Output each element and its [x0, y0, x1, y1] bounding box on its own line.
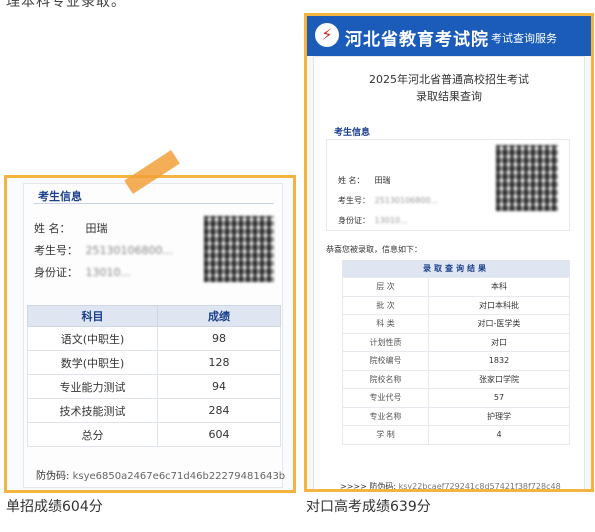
result-value: 4	[428, 425, 570, 445]
section-title: 考生信息	[38, 190, 82, 203]
table-row: 语文(中职生) 98	[27, 326, 281, 351]
exam-no-value: 25130106800...	[85, 244, 173, 257]
id-label: 身份证：	[338, 216, 370, 225]
admission-result-screenshot: ⚡ 河北省教育考试院 考试查询服务 2025年河北省普通高校招生考试 录取结果查…	[304, 13, 594, 492]
result-value: 对口本科批	[428, 295, 570, 315]
result-value: 1832	[428, 351, 570, 371]
table-row: 计划性质 对口	[342, 332, 570, 352]
result-value: 57	[428, 388, 570, 408]
result-table: 层 次 本科 批 次 对口本科批 科 类 对口-医学类 计划性质 对口 院校编号	[342, 277, 570, 445]
table-row: 科 类 对口-医学类	[342, 314, 570, 334]
result-key: 计划性质	[342, 332, 429, 352]
id-row: 身份证： 13010...	[34, 264, 131, 280]
name-row: 姓 名： 田瑞	[338, 175, 391, 186]
result-value: 对口	[428, 332, 570, 352]
result-table-header: 录取查询结果	[342, 260, 570, 277]
header-banner: ⚡ 河北省教育考试院 考试查询服务	[307, 16, 591, 56]
banner-title: 河北省教育考试院	[345, 30, 489, 50]
section-title: 考生信息	[334, 128, 371, 138]
score-table: 科目 成绩 语文(中职生) 98 数学(中职生) 128 专业能力测试 94 技…	[27, 305, 281, 447]
exam-authority-logo-icon: ⚡	[315, 23, 339, 47]
banner-subtitle: 考试查询服务	[491, 32, 557, 45]
result-key: 层 次	[342, 277, 429, 297]
exam-no-row: 考生号： 25130106800...	[338, 195, 438, 206]
name-value: 田瑞	[85, 222, 108, 235]
table-row: 院校名称 张家口学院	[342, 369, 570, 389]
right-caption: 对口高考成绩639分	[306, 499, 431, 515]
result-key: 批 次	[342, 295, 429, 315]
table-row: 专业名称 护理学	[342, 406, 570, 426]
score-sheet: 考生信息 姓 名： 田瑞 考生号： 25130106800... 身份证： 13…	[23, 183, 285, 488]
id-value: 13010...	[85, 266, 131, 279]
page-subtitle: 录取结果查询	[416, 90, 482, 103]
score-cell: 94	[157, 374, 281, 399]
subject-cell: 专业能力测试	[27, 374, 158, 399]
table-row: 总分 604	[27, 422, 281, 447]
left-caption: 单招成绩604分	[6, 499, 103, 515]
subject-cell: 数学(中职生)	[27, 350, 158, 375]
anti-fake-code: ksy22bcaef729241c8d57421f38f728c48	[398, 482, 561, 491]
name-value: 田瑞	[374, 176, 391, 185]
page-title: 2025年河北省普通高校招生考试	[369, 73, 529, 86]
divider	[34, 203, 274, 204]
anti-fake-code: ksye6850a2467e6c71d46b22279481643b	[72, 471, 286, 482]
subject-cell: 语文(中职生)	[27, 326, 158, 351]
score-cell: 128	[157, 350, 281, 375]
table-row: 技术技能测试 284	[27, 398, 281, 423]
name-label: 姓 名：	[338, 176, 365, 185]
table-row: 层 次 本科	[342, 277, 570, 297]
admission-notice: 恭喜您被录取，信息如下：	[326, 245, 422, 254]
result-key: 院校编号	[342, 351, 429, 371]
anti-fake-label: 防伪码:	[36, 471, 70, 482]
result-sheet: 2025年河北省普通高校招生考试 录取结果查询 考生信息 姓 名： 田瑞 考生号…	[313, 56, 585, 491]
exam-no-label: 考生号：	[34, 244, 78, 257]
id-label: 身份证：	[34, 266, 78, 279]
score-cell: 604	[157, 422, 281, 447]
result-key: 院校名称	[342, 369, 429, 389]
table-row: 专业代号 57	[342, 388, 570, 408]
single-exam-score-photo: 考生信息 姓 名： 田瑞 考生号： 25130106800... 身份证： 13…	[4, 175, 296, 493]
anti-fake-prefix: >>>>	[340, 482, 367, 491]
result-key: 专业代号	[342, 388, 429, 408]
score-cell: 98	[157, 326, 281, 351]
anti-fake-line: 防伪码: ksye6850a2467e6c71d46b22279481643b	[36, 467, 285, 482]
table-row: 专业能力测试 94	[27, 374, 281, 399]
column-header-subject: 科目	[27, 305, 158, 327]
result-key: 科 类	[342, 314, 429, 334]
column-header-score: 成绩	[157, 305, 281, 327]
id-row: 身份证： 13010...	[338, 215, 408, 226]
score-cell: 284	[157, 398, 281, 423]
anti-fake-line: >>>> 防伪码: ksy22bcaef729241c8d57421f38f72…	[340, 481, 561, 491]
subject-cell: 技术技能测试	[27, 398, 158, 423]
anti-fake-label: 防伪码:	[369, 482, 397, 491]
table-row: 学 制 4	[342, 425, 570, 445]
table-row: 数学(中职生) 128	[27, 350, 281, 375]
result-value: 张家口学院	[428, 369, 570, 389]
qr-code-icon	[204, 216, 274, 282]
qr-code-icon	[496, 145, 558, 211]
table-header-row: 科目 成绩	[27, 305, 281, 327]
exam-no-row: 考生号： 25130106800...	[34, 242, 173, 258]
exam-no-label: 考生号：	[338, 196, 370, 205]
table-row: 院校编号 1832	[342, 351, 570, 371]
result-value: 对口-医学类	[428, 314, 570, 334]
name-label: 姓 名：	[34, 222, 71, 235]
table-row: 批 次 对口本科批	[342, 295, 570, 315]
name-row: 姓 名： 田瑞	[34, 220, 108, 236]
subject-cell: 总分	[27, 422, 158, 447]
result-value: 本科	[428, 277, 570, 297]
top-cut-text: 理本科专业录取。	[6, 0, 126, 10]
result-key: 学 制	[342, 425, 429, 445]
id-value: 13010...	[374, 216, 408, 225]
result-value: 护理学	[428, 406, 570, 426]
result-key: 专业名称	[342, 406, 429, 426]
exam-no-value: 25130106800...	[374, 196, 439, 205]
